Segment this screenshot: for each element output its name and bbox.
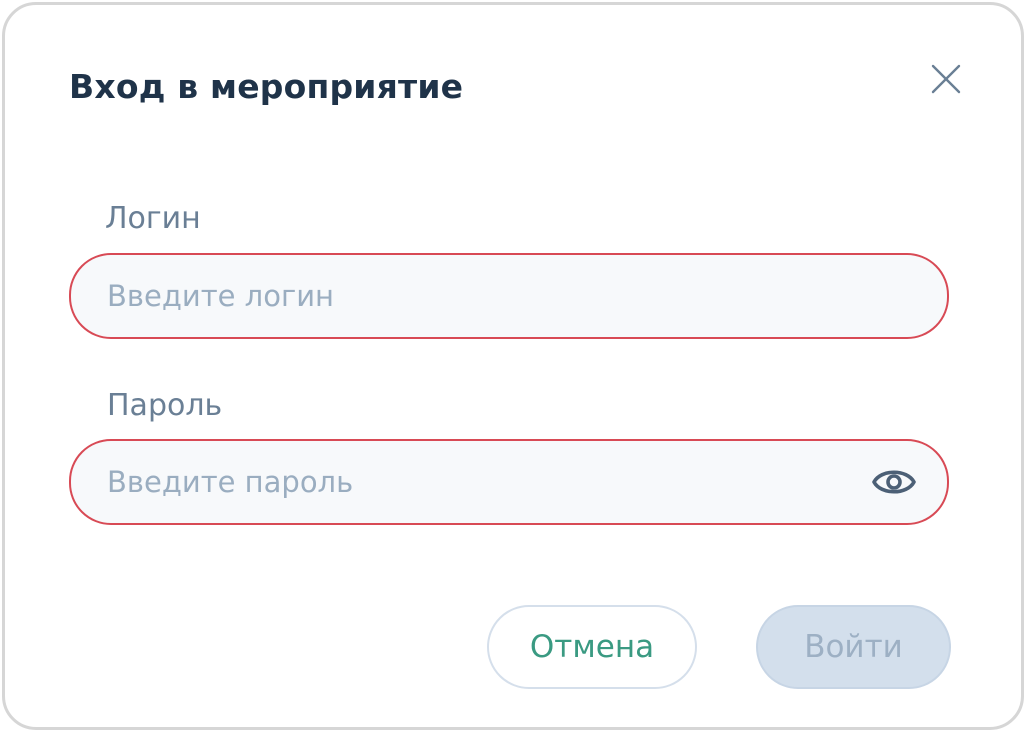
cancel-button[interactable]: Отмена — [487, 605, 697, 689]
login-submit-button[interactable]: Войти — [756, 605, 951, 689]
eye-icon[interactable] — [871, 463, 917, 501]
password-input[interactable] — [107, 441, 867, 523]
password-label: Пароль — [107, 388, 223, 423]
dialog-title: Вход в мероприятие — [69, 67, 464, 106]
login-input[interactable] — [107, 255, 867, 337]
login-dialog: Вход в мероприятие Логин Пароль Отмена В… — [2, 2, 1024, 730]
close-icon[interactable] — [929, 62, 963, 96]
login-label: Логин — [105, 201, 201, 236]
password-field[interactable] — [69, 439, 949, 525]
login-field[interactable] — [69, 253, 949, 339]
